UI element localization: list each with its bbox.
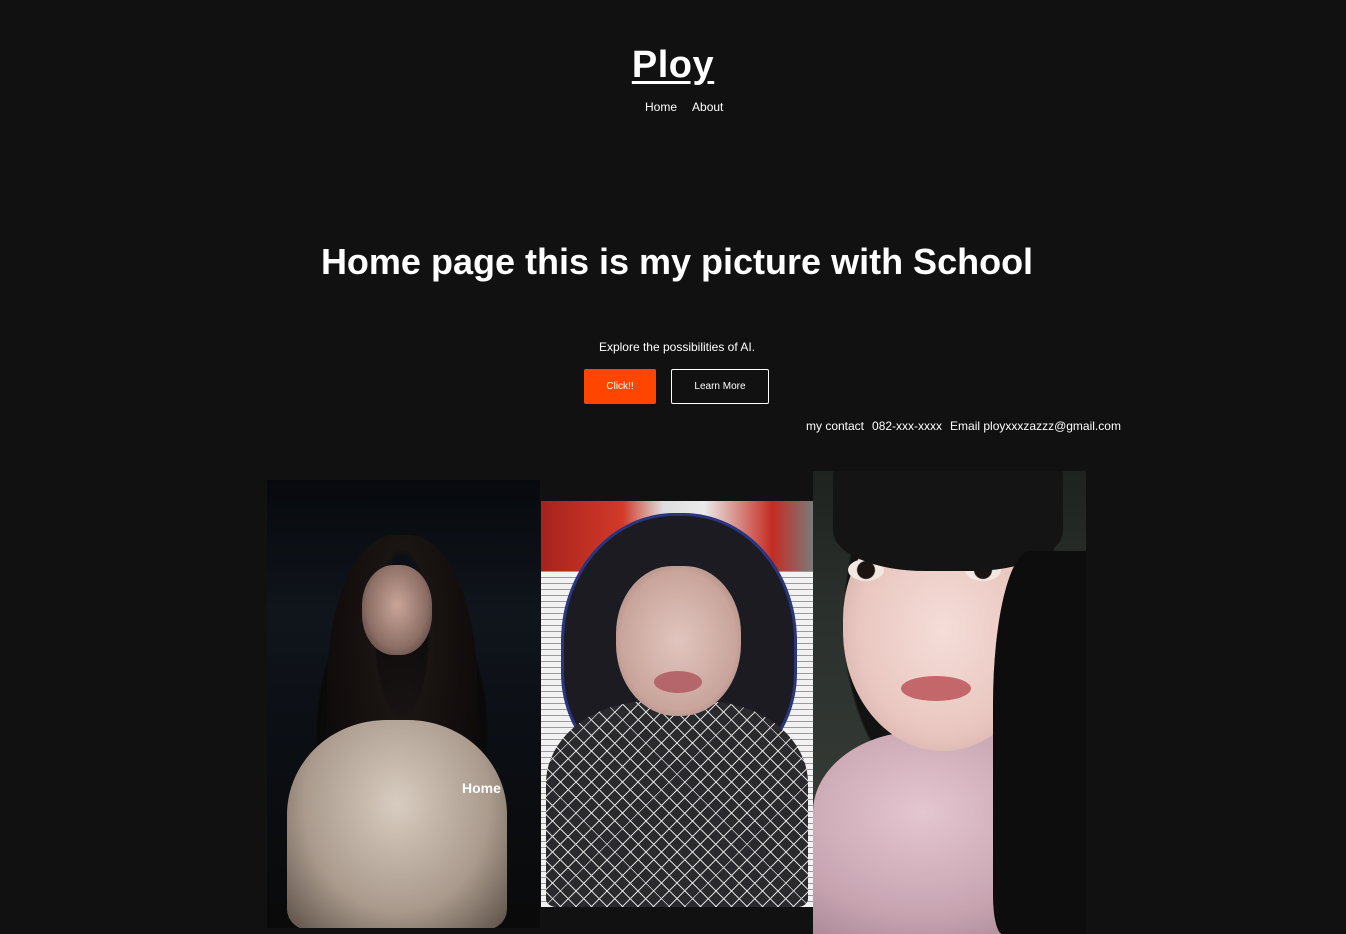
page: Ploy Home About Home page this is my pic… bbox=[0, 0, 1346, 934]
nav-home-link[interactable]: Home bbox=[645, 100, 677, 114]
photo-1-face bbox=[362, 565, 432, 655]
gallery-photo-3 bbox=[813, 471, 1086, 934]
contact-info: my contact 082-xxx-xxxx Email ployxxxzazzz… bbox=[806, 419, 1129, 433]
photo-2-mouth bbox=[654, 671, 702, 693]
hero-subtitle: Explore the possibilities of AI. bbox=[598, 340, 756, 354]
photo-2-face bbox=[616, 566, 741, 716]
hero-title: Home page this is my picture with School bbox=[320, 241, 1034, 282]
photo-3-mouth bbox=[901, 676, 971, 701]
learn-more-button[interactable]: Learn More bbox=[671, 369, 769, 404]
photo-1-body bbox=[287, 720, 507, 928]
nav-about-link[interactable]: About bbox=[692, 100, 723, 114]
contact-phone: 082-xxx-xxxx bbox=[872, 419, 943, 433]
gallery-photo-2 bbox=[541, 501, 813, 907]
main-nav: Home About bbox=[645, 100, 723, 114]
gallery-photo-1 bbox=[267, 480, 540, 928]
site-title-link[interactable]: Ploy bbox=[632, 44, 714, 86]
contact-email: Email ployxxxzazzz@gmail.com bbox=[950, 419, 1121, 433]
contact-label: my contact bbox=[806, 419, 865, 433]
photo-2-suit bbox=[546, 701, 808, 907]
photo-overlay-label: Home bbox=[462, 780, 501, 796]
photo-3-side-hair bbox=[993, 551, 1086, 934]
click-button[interactable]: Click!! bbox=[584, 369, 656, 404]
site-title: Ploy bbox=[0, 44, 1346, 87]
